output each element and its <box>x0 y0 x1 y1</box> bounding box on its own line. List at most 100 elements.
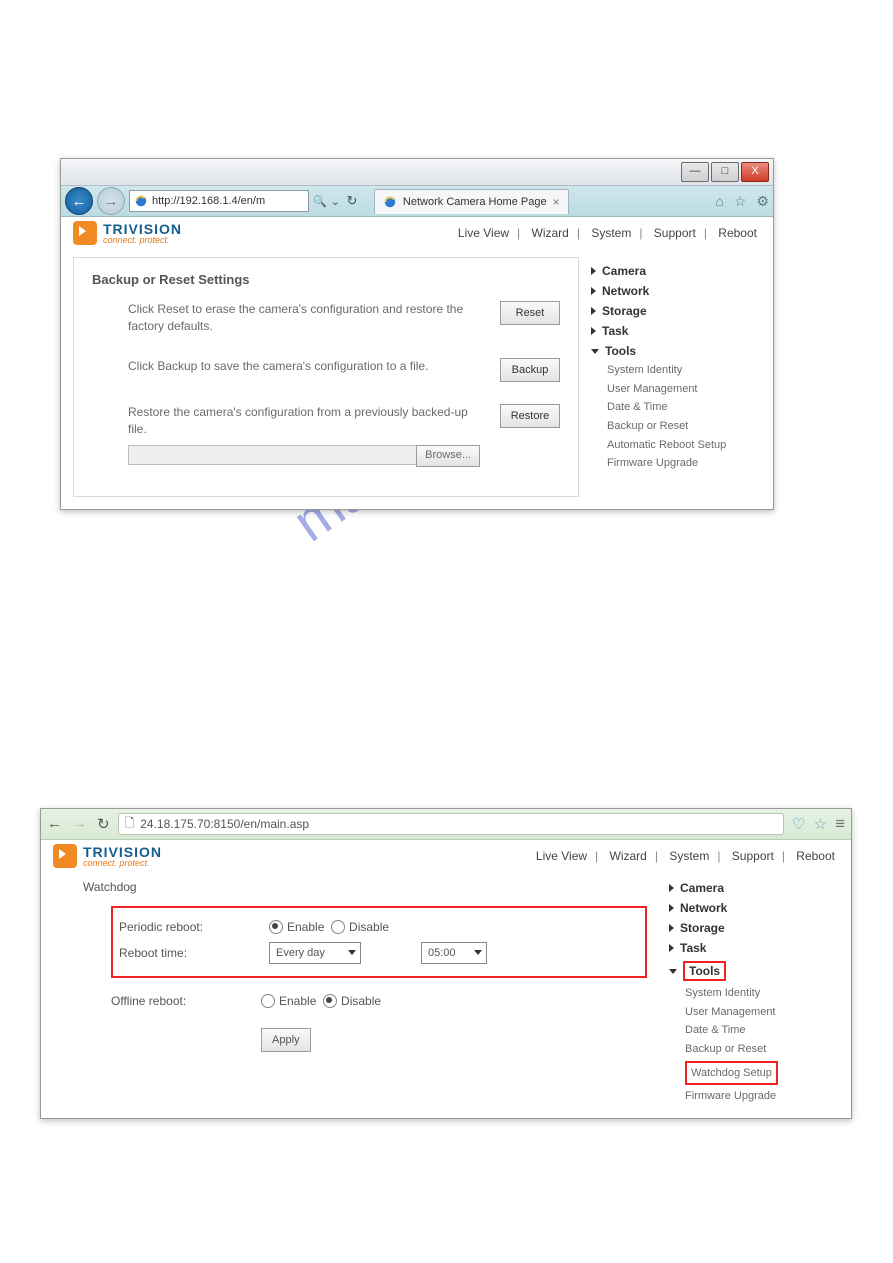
side-nav: Camera Network Storage Task Tools System… <box>657 874 839 1106</box>
sidebar-item-tools[interactable]: Tools <box>591 341 761 361</box>
sub-system-identity[interactable]: System Identity <box>607 361 761 380</box>
reboot-hour-select[interactable]: 05:00 <box>421 942 487 964</box>
sidebar-item-camera[interactable]: Camera <box>669 878 839 898</box>
chevron-right-icon <box>591 267 596 275</box>
sub-watchdog-setup[interactable]: Watchdog Setup <box>685 1061 778 1086</box>
nav-reboot[interactable]: Reboot <box>792 849 839 863</box>
offline-disable-radio[interactable] <box>323 994 337 1008</box>
sub-backup-reset[interactable]: Backup or Reset <box>685 1040 839 1059</box>
sidebar-item-tools[interactable]: Tools <box>669 958 839 984</box>
logo: TRIVISION connect. protect. <box>53 844 162 868</box>
sub-date-time[interactable]: Date & Time <box>607 398 761 417</box>
nav-support[interactable]: Support <box>650 226 700 240</box>
nav-system[interactable]: System <box>665 849 713 863</box>
ie-titlebar: — □ X <box>61 159 773 186</box>
chevron-right-icon <box>669 884 674 892</box>
periodic-reboot-label: Periodic reboot: <box>119 920 269 934</box>
favorites-icon[interactable]: ☆ <box>734 193 747 210</box>
nav-reboot[interactable]: Reboot <box>714 226 761 240</box>
chevron-right-icon <box>591 307 596 315</box>
shield-icon[interactable]: ♡ <box>792 815 805 833</box>
side-nav: Camera Network Storage Task Tools System… <box>579 257 761 497</box>
chevron-right-icon <box>591 327 596 335</box>
highlighted-settings: Periodic reboot: Enable Disable Reboot t… <box>111 906 647 978</box>
disable-label: Disable <box>349 920 389 934</box>
sub-date-time[interactable]: Date & Time <box>685 1021 839 1040</box>
browse-button[interactable]: Browse... <box>416 445 480 467</box>
sidebar-item-task[interactable]: Task <box>669 938 839 958</box>
sub-system-identity[interactable]: System Identity <box>685 984 839 1003</box>
chevron-down-icon <box>591 349 599 354</box>
sidebar-item-storage[interactable]: Storage <box>591 301 761 321</box>
sidebar-item-network[interactable]: Network <box>669 898 839 918</box>
restore-file-input[interactable] <box>128 445 416 465</box>
chrome-window: ← → ↻ 🗋 24.18.175.70:8150/en/main.asp ♡ … <box>40 808 852 1119</box>
enable-label: Enable <box>287 920 324 934</box>
nav-live-view[interactable]: Live View <box>532 849 591 863</box>
forward-button[interactable]: → <box>72 815 87 833</box>
nav-system[interactable]: System <box>587 226 635 240</box>
sub-firmware-upgrade[interactable]: Firmware Upgrade <box>685 1087 839 1106</box>
disable-label: Disable <box>341 994 381 1008</box>
apply-button[interactable]: Apply <box>261 1028 311 1052</box>
sub-user-management[interactable]: User Management <box>685 1003 839 1022</box>
ie-logo-icon <box>134 194 148 208</box>
url-text: http://192.168.1.4/en/m <box>152 195 265 207</box>
sub-backup-reset[interactable]: Backup or Reset <box>607 417 761 436</box>
periodic-enable-radio[interactable] <box>269 920 283 934</box>
bookmark-star-icon[interactable]: ☆ <box>814 815 827 833</box>
window-maximize-button[interactable]: □ <box>711 162 739 182</box>
tab-close-icon[interactable]: × <box>553 195 560 209</box>
home-icon[interactable]: ⌂ <box>715 193 723 210</box>
restore-description: Restore the camera's configuration from … <box>128 404 480 439</box>
header-bar: TRIVISION connect. protect. Live View| W… <box>61 217 773 247</box>
nav-wizard[interactable]: Wizard <box>528 226 573 240</box>
search-dropdown-icon[interactable]: 🔍 <box>313 195 327 208</box>
logo-icon <box>73 221 97 245</box>
chrome-toolbar: ← → ↻ 🗋 24.18.175.70:8150/en/main.asp ♡ … <box>41 809 851 840</box>
sidebar-item-task[interactable]: Task <box>591 321 761 341</box>
reload-button[interactable]: ↻ <box>97 815 110 833</box>
enable-label: Enable <box>279 994 316 1008</box>
sidebar-item-network[interactable]: Network <box>591 281 761 301</box>
tab-title: Network Camera Home Page <box>403 196 547 208</box>
sidebar-item-storage[interactable]: Storage <box>669 918 839 938</box>
top-nav: Live View| Wizard| System| Support| Rebo… <box>454 226 761 240</box>
nav-support[interactable]: Support <box>728 849 778 863</box>
sub-user-management[interactable]: User Management <box>607 380 761 399</box>
url-dropdown-icon[interactable]: ⌄ <box>331 195 340 208</box>
offline-enable-radio[interactable] <box>261 994 275 1008</box>
ie-logo-icon <box>383 195 397 209</box>
nav-back-button[interactable]: ← <box>65 187 93 215</box>
logo: TRIVISION connect. protect. <box>73 221 182 245</box>
restore-button[interactable]: Restore <box>500 404 560 428</box>
back-button[interactable]: ← <box>47 815 62 833</box>
window-close-button[interactable]: X <box>741 162 769 182</box>
chrome-url-input[interactable]: 🗋 24.18.175.70:8150/en/main.asp <box>118 813 785 835</box>
backup-description: Click Backup to save the camera's config… <box>128 358 500 382</box>
sidebar-item-camera[interactable]: Camera <box>591 261 761 281</box>
browser-tab[interactable]: Network Camera Home Page × <box>374 189 569 214</box>
periodic-disable-radio[interactable] <box>331 920 345 934</box>
chevron-down-icon <box>669 969 677 974</box>
reset-button[interactable]: Reset <box>500 301 560 325</box>
window-minimize-button[interactable]: — <box>681 162 709 182</box>
nav-live-view[interactable]: Live View <box>454 226 513 240</box>
reboot-frequency-select[interactable]: Every day <box>269 942 361 964</box>
backup-button[interactable]: Backup <box>500 358 560 382</box>
tools-gear-icon[interactable]: ⚙ <box>756 193 769 210</box>
logo-icon <box>53 844 77 868</box>
chevron-right-icon <box>591 287 596 295</box>
sub-auto-reboot[interactable]: Automatic Reboot Setup <box>607 436 761 455</box>
panel-title: Backup or Reset Settings <box>92 272 560 287</box>
panel-title: Watchdog <box>83 880 647 894</box>
chevron-right-icon <box>669 904 674 912</box>
nav-forward-button[interactable]: → <box>97 187 125 215</box>
reset-description: Click Reset to erase the camera's config… <box>128 301 500 336</box>
menu-icon[interactable]: ≡ <box>835 814 845 834</box>
sub-firmware-upgrade[interactable]: Firmware Upgrade <box>607 454 761 473</box>
refresh-button[interactable]: ↻ <box>344 193 360 209</box>
reboot-time-label: Reboot time: <box>119 946 269 960</box>
nav-wizard[interactable]: Wizard <box>606 849 651 863</box>
url-input[interactable]: http://192.168.1.4/en/m <box>129 190 309 212</box>
